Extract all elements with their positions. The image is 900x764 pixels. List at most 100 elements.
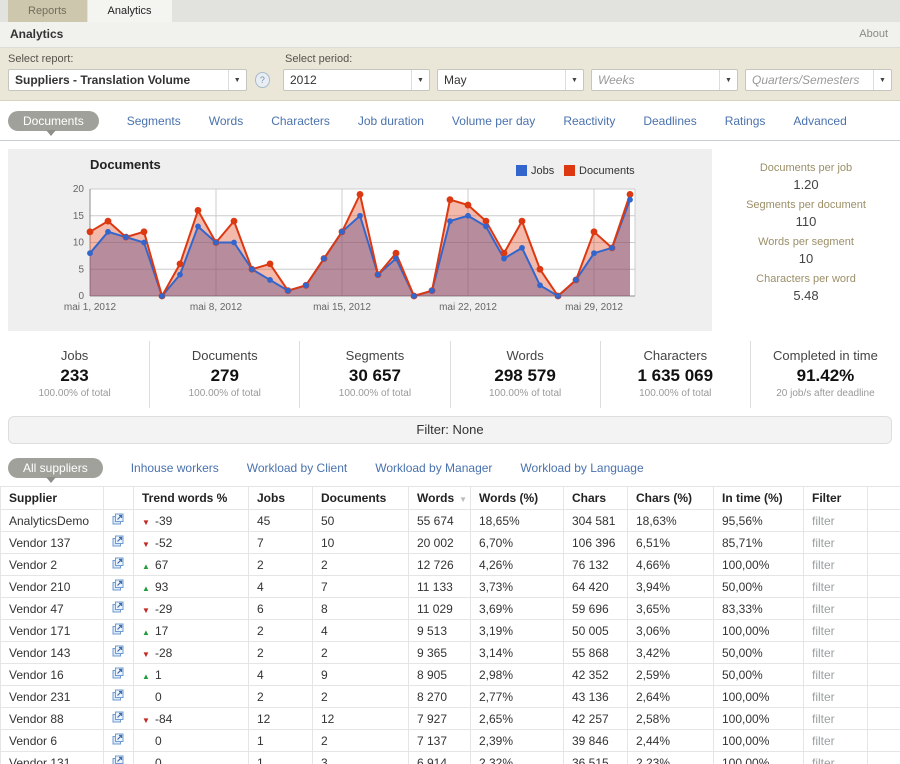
open-supplier-report-icon[interactable] [112, 755, 124, 764]
table-row: Vendor 171▲17249 5133,19%50 0053,06%100,… [1, 620, 900, 642]
about-link[interactable]: About [859, 22, 888, 47]
chevron-down-icon: ▼ [228, 70, 246, 90]
filler-cell [868, 554, 900, 576]
tab-deadlines[interactable]: Deadlines [643, 114, 696, 128]
tab-documents[interactable]: Documents [8, 111, 99, 131]
trend-value: -84 [155, 712, 172, 726]
open-supplier-report-icon[interactable] [112, 711, 124, 723]
table-row: Vendor 143▼-28229 3653,14%55 8683,42%50,… [1, 642, 900, 664]
column-header-label: Words [417, 491, 454, 505]
filler-cell [868, 532, 900, 554]
filter-bar[interactable]: Filter: None [8, 416, 892, 444]
tab-segments[interactable]: Segments [127, 114, 181, 128]
column-header-Supplier[interactable]: Supplier [1, 487, 104, 510]
chars-cell: 39 846 [564, 730, 628, 752]
period-select-4[interactable]: Quarters/Semesters▼ [745, 69, 892, 91]
filler-cell [868, 664, 900, 686]
column-header-Filter[interactable]: Filter [804, 487, 868, 510]
supplier-tab-workload-by-client[interactable]: Workload by Client [247, 461, 348, 475]
row-filter-link[interactable]: filter [812, 514, 835, 528]
documents-cell: 4 [313, 620, 409, 642]
row-filter-link[interactable]: filter [812, 712, 835, 726]
row-filter-link[interactable]: filter [812, 690, 835, 704]
in-time-cell: 100,00% [714, 730, 804, 752]
table-row: Vendor 137▼-5271020 0026,70%106 3966,51%… [1, 532, 900, 554]
stat-label: Segments per document [712, 198, 900, 213]
supplier-cell: Vendor 6 [1, 730, 104, 752]
column-header-Chars (%)[interactable]: Chars (%) [628, 487, 714, 510]
tab-job-duration[interactable]: Job duration [358, 114, 424, 128]
chars-pct-cell: 2,58% [628, 708, 714, 730]
open-supplier-report-icon[interactable] [112, 513, 124, 525]
chevron-down-icon: ▼ [719, 70, 737, 90]
row-filter-link[interactable]: filter [812, 756, 835, 764]
in-time-cell: 100,00% [714, 752, 804, 764]
open-supplier-report-icon[interactable] [112, 733, 124, 745]
period-select-1[interactable]: 2012▼ [283, 69, 430, 91]
summary-subtext: 100.00% of total [451, 388, 600, 399]
filter-cell: filter [804, 532, 868, 554]
supplier-tab-workload-by-language[interactable]: Workload by Language [520, 461, 643, 475]
chevron-down-icon: ▼ [411, 70, 429, 90]
trend-down-icon: ▼ [142, 518, 151, 527]
trend-value: 67 [155, 558, 168, 572]
open-supplier-report-icon[interactable] [112, 645, 124, 657]
control-labels: Select report: Select period: [8, 53, 892, 65]
period-select-3[interactable]: Weeks▼ [591, 69, 738, 91]
column-header-icon[interactable] [104, 487, 134, 510]
top-tab-reports[interactable]: Reports [8, 0, 87, 22]
chars-pct-cell: 6,51% [628, 532, 714, 554]
open-supplier-report-icon[interactable] [112, 579, 124, 591]
filler-cell [868, 752, 900, 764]
open-supplier-report-icon[interactable] [112, 689, 124, 701]
row-filter-link[interactable]: filter [812, 536, 835, 550]
column-header-Words (%)[interactable]: Words (%) [471, 487, 564, 510]
supplier-name: Vendor 6 [9, 734, 57, 748]
period-select-value: Quarters/Semesters [746, 73, 873, 87]
open-supplier-report-icon[interactable] [112, 623, 124, 635]
supplier-tab-workload-by-manager[interactable]: Workload by Manager [375, 461, 492, 475]
open-supplier-report-icon[interactable] [112, 601, 124, 613]
row-filter-link[interactable]: filter [812, 668, 835, 682]
row-filter-link[interactable]: filter [812, 558, 835, 572]
row-filter-link[interactable]: filter [812, 624, 835, 638]
column-header-Documents[interactable]: Documents [313, 487, 409, 510]
tab-advanced[interactable]: Advanced [793, 114, 846, 128]
column-header-In time (%)[interactable]: In time (%) [714, 487, 804, 510]
help-icon[interactable]: ? [255, 72, 270, 88]
tab-volume-per-day[interactable]: Volume per day [452, 114, 535, 128]
row-filter-link[interactable]: filter [812, 602, 835, 616]
row-filter-link[interactable]: filter [812, 646, 835, 660]
column-header-Trend words %[interactable]: Trend words % [134, 487, 249, 510]
tab-reactivity[interactable]: Reactivity [563, 114, 615, 128]
documents-cell: 2 [313, 554, 409, 576]
chars-cell: 64 420 [564, 576, 628, 598]
summary-cell: Documents279100.00% of total [149, 341, 299, 408]
column-header-Chars[interactable]: Chars [564, 487, 628, 510]
stat-value: 1.20 [712, 176, 900, 193]
legend-label: Documents [579, 165, 635, 177]
supplier-tab-all-suppliers[interactable]: All suppliers [8, 458, 103, 478]
row-filter-link[interactable]: filter [812, 580, 835, 594]
report-tab-bar: Documents Segments Words Characters Job dura… [0, 101, 900, 141]
top-tab-analytics[interactable]: Analytics [88, 0, 172, 22]
column-header-Jobs[interactable]: Jobs [249, 487, 313, 510]
tab-characters[interactable]: Characters [271, 114, 330, 128]
tab-ratings[interactable]: Ratings [725, 114, 766, 128]
open-supplier-report-icon[interactable] [112, 535, 124, 547]
x-axis-tick-label: mai 15, 2012 [313, 302, 371, 313]
trend-cell: ▲93 [134, 576, 249, 598]
words-cell: 20 002 [409, 532, 471, 554]
row-filter-link[interactable]: filter [812, 734, 835, 748]
open-supplier-report-icon[interactable] [112, 667, 124, 679]
supplier-tab-inhouse-workers[interactable]: Inhouse workers [131, 461, 219, 475]
tab-words[interactable]: Words [209, 114, 243, 128]
documents-cell: 2 [313, 730, 409, 752]
stat-value: 10 [712, 250, 900, 267]
jobs-cell: 2 [249, 642, 313, 664]
report-select[interactable]: Suppliers - Translation Volume ▼ [8, 69, 247, 91]
chars-cell: 43 136 [564, 686, 628, 708]
column-header-words-sorted[interactable]: Words▼ [409, 487, 471, 510]
period-select-2[interactable]: May▼ [437, 69, 584, 91]
open-supplier-report-icon[interactable] [112, 557, 124, 569]
